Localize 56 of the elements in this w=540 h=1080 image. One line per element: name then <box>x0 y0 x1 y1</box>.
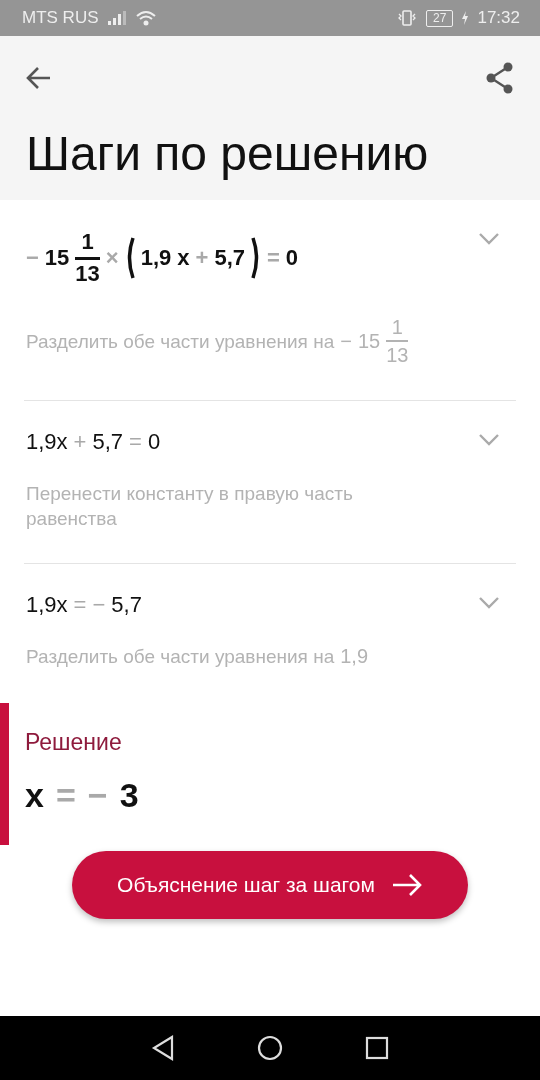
math-operator: + <box>195 245 209 272</box>
chevron-icon <box>478 433 500 448</box>
math-operator: = <box>267 245 280 272</box>
carrier-name: MTS RUS <box>22 8 99 28</box>
math-operator: = <box>55 776 76 816</box>
math-operator: − <box>340 328 352 354</box>
clock-time: 17:32 <box>477 8 520 28</box>
back-arrow-icon <box>26 66 52 90</box>
math-operator: + <box>73 429 87 456</box>
math-operator: × <box>105 245 119 272</box>
step-by-step-button[interactable]: Объяснение шаг за шагом <box>72 851 468 920</box>
math-term: 5,7 <box>111 592 142 619</box>
right-parenthesis <box>251 236 261 281</box>
math-operator: − <box>92 592 106 619</box>
arrow-right-icon <box>390 873 423 898</box>
fraction-numerator: 1 <box>390 315 404 341</box>
math-term: x <box>25 776 44 816</box>
fraction-numerator: 1 <box>80 228 95 256</box>
fraction-denominator: 13 <box>75 259 100 288</box>
step-description: Перенести константу в правую часть равенства <box>26 482 354 532</box>
step-description: Разделить обе части уравнения на <box>26 645 335 670</box>
square-recents-icon <box>365 1036 389 1060</box>
math-operator: − <box>26 245 39 272</box>
math-term: 1,9x <box>26 429 68 456</box>
math-operator: = <box>73 592 87 619</box>
math-term: 1,9x <box>26 592 68 619</box>
math-term: 15 <box>357 328 381 354</box>
math-term: 0 <box>285 245 299 272</box>
signal-icon <box>106 10 127 26</box>
math-term: 1,9 <box>340 644 369 670</box>
home-nav-button[interactable] <box>257 1035 283 1061</box>
math-term: 5,7 <box>214 245 245 272</box>
math-operator: − <box>87 776 108 816</box>
share-button[interactable] <box>486 62 514 94</box>
page-title: Шаги по решению <box>26 126 430 181</box>
math-term: 15 <box>44 245 70 272</box>
step-description: Разделить обе части уравнения на <box>26 329 335 354</box>
fraction-denominator: 13 <box>386 343 409 369</box>
triangle-back-icon <box>151 1035 175 1061</box>
share-icon <box>486 62 514 94</box>
back-button[interactable] <box>26 66 52 90</box>
math-term: 1,9 <box>140 245 172 272</box>
back-nav-button[interactable] <box>151 1035 175 1061</box>
charging-icon <box>461 10 470 26</box>
chevron-icon <box>478 596 500 611</box>
solution-label: Решение <box>25 729 123 757</box>
recents-nav-button[interactable] <box>365 1036 389 1060</box>
math-term: 5,7 <box>92 429 124 456</box>
math-term: 3 <box>119 776 139 816</box>
wifi-icon <box>134 9 157 27</box>
math-term: 0 <box>147 429 161 456</box>
math-term: x <box>177 245 190 272</box>
battery-percent: 27 <box>426 9 454 27</box>
home-circle-icon <box>257 1035 283 1061</box>
chevron-icon <box>478 232 500 246</box>
math-operator: = <box>129 429 142 456</box>
